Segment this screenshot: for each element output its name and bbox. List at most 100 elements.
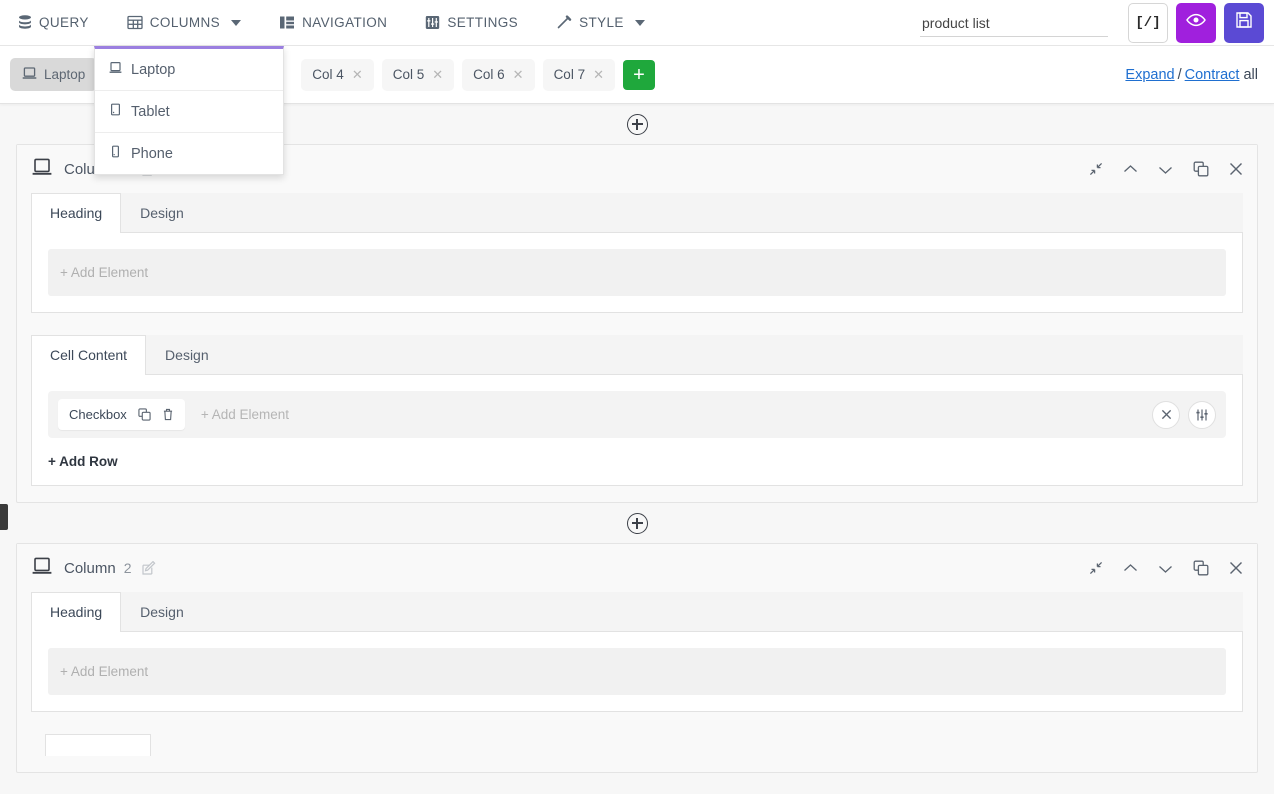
cell-content-tabs-2-peek[interactable] (45, 734, 151, 756)
collapse-icon[interactable] (1089, 561, 1103, 575)
eye-icon (1186, 13, 1206, 32)
tab-heading[interactable]: Heading (31, 592, 122, 632)
trash-icon[interactable] (162, 408, 174, 421)
column-chip-col6[interactable]: Col 6 ✕ (462, 58, 535, 91)
column-panel-2-body: Heading Design + Add Element (17, 592, 1257, 772)
laptop-icon (31, 556, 53, 580)
heading-add-element-1[interactable]: + Add Element (48, 249, 1226, 296)
brush-icon (556, 15, 572, 30)
nav-item-label: STYLE (579, 15, 624, 30)
tab-label: Heading (50, 604, 103, 620)
left-side-handle[interactable] (0, 504, 8, 530)
column-chip-label: Col 7 (553, 67, 586, 82)
tab-heading[interactable]: Heading (31, 193, 122, 233)
collapse-icon[interactable] (1089, 162, 1103, 176)
close-icon[interactable]: ✕ (432, 67, 443, 83)
nav-item-settings[interactable]: SETTINGS (415, 9, 528, 36)
dropdown-item-tablet[interactable]: Tablet (95, 91, 283, 133)
column-chip-label: Col 5 (392, 67, 425, 82)
row-settings-button[interactable] (1188, 400, 1216, 429)
add-row-button[interactable]: + Add Row (48, 454, 1226, 469)
edit-icon[interactable] (142, 561, 156, 575)
dropdown-item-label: Phone (131, 145, 173, 162)
nav-item-label: QUERY (39, 15, 89, 30)
dropdown-item-label: Laptop (131, 61, 176, 78)
column-chip-col5[interactable]: Col 5 ✕ (381, 58, 455, 91)
code-view-button[interactable]: [/] (1128, 2, 1168, 43)
tab-design[interactable]: Design (121, 193, 203, 232)
chevron-up-icon[interactable] (1123, 164, 1138, 175)
close-icon[interactable]: ✕ (352, 67, 363, 83)
tab-label: Design (140, 604, 184, 620)
dropdown-item-phone[interactable]: Phone (95, 133, 283, 174)
heading-tab-panel-2: + Add Element (31, 632, 1243, 712)
tablet-icon (109, 103, 122, 120)
row-add-element[interactable]: + Add Element (195, 407, 1142, 422)
link-separator: / (1177, 66, 1182, 83)
chevron-down-icon[interactable] (1158, 563, 1173, 574)
element-chip-label: Checkbox (69, 407, 127, 422)
phone-icon (109, 145, 122, 162)
column-chip-label: Col 4 (312, 67, 344, 82)
preview-button[interactable] (1176, 2, 1216, 43)
heading-tabs-1: Heading Design (31, 193, 1243, 233)
device-selector-label: Laptop (44, 67, 86, 82)
heading-add-element-2[interactable]: + Add Element (48, 648, 1226, 695)
column-chip-col7[interactable]: Col 7 ✕ (542, 58, 615, 91)
column-panel-2-actions (1089, 560, 1243, 576)
contract-all-link[interactable]: Contract (1185, 67, 1240, 83)
add-section-button[interactable] (626, 113, 648, 135)
nav-item-query[interactable]: QUERY (8, 9, 99, 37)
save-button[interactable] (1224, 2, 1264, 43)
columns-dropdown-menu: Laptop Tablet Phone (94, 46, 284, 175)
column-panel-1-body: Heading Design + Add Element Cell Conten… (17, 193, 1257, 502)
top-navbar: QUERY COLUMNS NAVIGATION SETTINGS STYLE … (0, 0, 1274, 175)
element-chip-checkbox[interactable]: Checkbox (58, 399, 185, 430)
copy-icon[interactable] (138, 408, 151, 421)
column-panel-2: Column 2 Heading Design + Add Element (16, 543, 1258, 773)
close-icon[interactable]: ✕ (513, 67, 524, 83)
editor-canvas: Column 1 (0, 104, 1274, 794)
heading-tabs-2: Heading Design (31, 592, 1243, 632)
dropdown-item-label: Tablet (131, 103, 170, 120)
device-selector-laptop[interactable]: Laptop (10, 58, 98, 91)
column-chip-col4[interactable]: Col 4 ✕ (301, 58, 374, 91)
nav-item-style[interactable]: STYLE (546, 9, 655, 36)
tab-label: Design (140, 205, 184, 221)
add-section-button[interactable] (626, 512, 648, 534)
add-column-button[interactable]: + (622, 59, 655, 90)
column-panel-2-number: 2 (123, 560, 132, 576)
expand-all-link[interactable]: Expand (1125, 67, 1174, 83)
chevron-down-icon[interactable] (1158, 164, 1173, 175)
dropdown-item-laptop[interactable]: Laptop (95, 49, 283, 91)
chevron-up-icon[interactable] (1123, 563, 1138, 574)
cell-content-tab-panel-1: Checkbox + Add Element + Add Row (31, 375, 1243, 486)
heading-tab-panel-1: + Add Element (31, 233, 1243, 313)
duplicate-icon[interactable] (1193, 560, 1209, 576)
column-chip-list: Col 4 ✕ Col 5 ✕ Col 6 ✕ Col 7 ✕ + (301, 58, 655, 91)
nav-item-label: NAVIGATION (302, 15, 388, 30)
tab-cell-design[interactable]: Design (146, 335, 228, 374)
laptop-icon (109, 61, 122, 78)
tab-label: Design (165, 347, 209, 363)
close-icon[interactable]: ✕ (593, 67, 604, 83)
cell-row: Checkbox + Add Element (48, 391, 1226, 438)
code-button-label: [/] (1135, 14, 1161, 31)
page-name-field-wrapper (920, 8, 1108, 37)
tab-design[interactable]: Design (121, 592, 203, 631)
layout-icon (279, 15, 295, 30)
all-label: all (1243, 66, 1258, 83)
tab-cell-content[interactable]: Cell Content (31, 335, 147, 375)
nav-item-label: SETTINGS (447, 15, 519, 30)
remove-row-button[interactable] (1152, 400, 1180, 429)
close-icon[interactable] (1229, 162, 1243, 176)
page-name-input[interactable] (920, 8, 1108, 37)
column-panel-2-title: Column 2 (31, 556, 156, 580)
nav-item-columns[interactable]: COLUMNS (117, 9, 251, 36)
nav-item-navigation[interactable]: NAVIGATION (269, 9, 397, 36)
nav-item-label: COLUMNS (149, 15, 221, 30)
duplicate-icon[interactable] (1193, 161, 1209, 177)
plus-icon: + (633, 63, 645, 86)
close-icon[interactable] (1229, 561, 1243, 575)
